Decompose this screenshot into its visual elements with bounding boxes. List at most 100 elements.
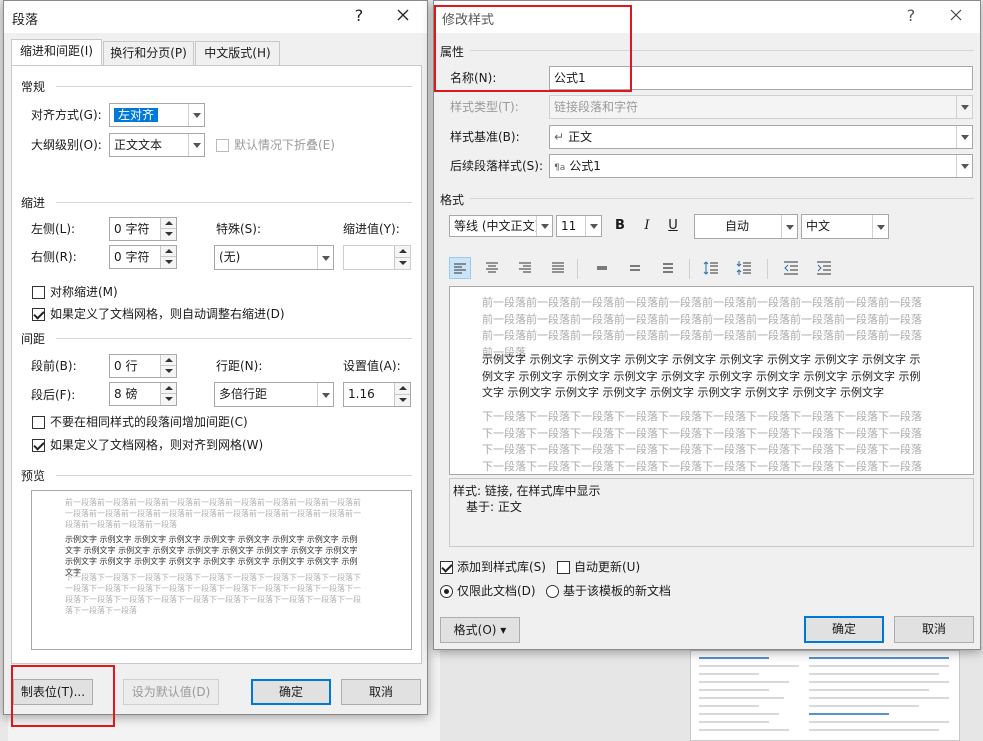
linked-style-icon: ¶a xyxy=(554,163,566,173)
double-spacing-icon[interactable] xyxy=(657,257,679,279)
preview-previous-paragraph: 前一段落前一段落前一段落前一段落前一段落前一段落前一段落前一段落前一段落前一段落… xyxy=(65,498,361,529)
font-value: 等线 (中文正文) xyxy=(454,219,540,233)
paragraph-preview: 前一段落前一段落前一段落前一段落前一段落前一段落前一段落前一段落前一段落前一段落… xyxy=(31,490,412,650)
paragraph-mark-icon: ↵ xyxy=(554,130,565,144)
single-spacing-icon[interactable] xyxy=(591,257,613,279)
special-dropdown[interactable]: (无) xyxy=(214,245,334,270)
tab-asian-typography[interactable]: 中文版式(H) xyxy=(195,41,280,65)
italic-button[interactable]: I xyxy=(636,215,658,237)
auto-update-checkbox[interactable] xyxy=(557,561,570,574)
style-based-on-dropdown[interactable]: ↵ 正文 xyxy=(549,125,973,149)
align-center-icon[interactable] xyxy=(481,257,503,279)
underline-button[interactable]: U xyxy=(662,215,684,237)
style-type-label: 样式类型(T): xyxy=(450,100,519,114)
preview-sample-text: 示例文字 示例文字 示例文字 示例文字 示例文字 示例文字 示例文字 示例文字 … xyxy=(482,353,921,399)
left-indent-label: 左侧(L): xyxy=(31,222,76,236)
set-as-default-button[interactable]: 设为默认值(D) xyxy=(123,679,219,705)
toolbar-separator xyxy=(577,259,578,279)
style-based-on-label: 样式基准(B): xyxy=(450,130,520,144)
left-indent-value: 0 字符 xyxy=(114,222,150,236)
style-preview: 前一段落前一段落前一段落前一段落前一段落前一段落前一段落前一段落前一段落前一段落… xyxy=(449,286,974,475)
ok-button[interactable]: 确定 xyxy=(251,679,331,705)
spacing-section-title: 间距 xyxy=(21,332,46,346)
at-stepper[interactable]: 1.16 xyxy=(343,382,411,407)
following-style-dropdown[interactable]: ¶a 公式1 xyxy=(549,154,973,178)
after-value: 8 磅 xyxy=(114,387,138,401)
outline-level-label: 大纲级别(O): xyxy=(31,138,102,152)
after-label: 段后(F): xyxy=(31,388,76,402)
font-color-dropdown[interactable]: 自动 xyxy=(694,214,798,239)
no-space-same-style-checkbox[interactable] xyxy=(32,416,45,429)
indent-by-label: 缩进值(Y): xyxy=(343,222,400,236)
indent-by-stepper[interactable] xyxy=(343,245,411,270)
auto-right-indent-checkbox[interactable] xyxy=(32,308,45,321)
only-this-document-label: 仅限此文档(D) xyxy=(457,584,536,598)
special-value: (无) xyxy=(219,250,241,264)
at-value: 1.16 xyxy=(348,387,375,401)
new-documents-radio[interactable] xyxy=(546,585,559,598)
following-style-value: 公式1 xyxy=(569,159,601,173)
alignment-label: 对齐方式(G): xyxy=(31,108,102,122)
line-spacing-label: 行距(N): xyxy=(216,359,263,373)
before-value: 0 行 xyxy=(114,359,138,373)
justify-icon[interactable] xyxy=(547,257,569,279)
one-half-spacing-icon[interactable] xyxy=(624,257,646,279)
cancel-button[interactable]: 取消 xyxy=(894,616,974,643)
font-size-dropdown[interactable]: 11 xyxy=(556,215,602,237)
before-stepper[interactable]: 0 行 xyxy=(109,354,177,378)
format-divider xyxy=(470,198,974,199)
script-value: 中文 xyxy=(806,219,831,233)
general-divider xyxy=(56,86,412,87)
style-based-on-value: 正文 xyxy=(568,130,593,144)
outline-level-dropdown[interactable]: 正文文本 xyxy=(109,133,205,157)
preview-divider xyxy=(56,475,412,476)
align-left-icon[interactable] xyxy=(449,257,471,279)
tab-indents-spacing[interactable]: 缩进和间距(I) xyxy=(11,39,102,66)
preview-next-paragraph: 下一段落下一段落下一段落下一段落下一段落下一段落下一段落下一段落下一段落下一段落… xyxy=(65,573,361,615)
indent-section-title: 缩进 xyxy=(21,196,46,210)
style-type-dropdown[interactable]: 链接段落和字符 xyxy=(549,95,973,119)
mirror-indents-checkbox[interactable] xyxy=(32,286,45,299)
ok-button[interactable]: 确定 xyxy=(804,616,884,643)
after-stepper[interactable]: 8 磅 xyxy=(109,382,177,406)
indent-divider xyxy=(56,202,412,203)
right-indent-stepper[interactable]: 0 字符 xyxy=(109,245,177,269)
decrease-indent-icon[interactable] xyxy=(780,257,802,279)
collapse-checkbox[interactable] xyxy=(216,139,229,152)
line-spacing-dropdown[interactable]: 多倍行距 xyxy=(214,382,334,407)
help-button[interactable]: ? xyxy=(347,6,371,26)
close-icon[interactable] xyxy=(391,6,415,24)
align-right-icon[interactable] xyxy=(514,257,536,279)
outline-level-value: 正文文本 xyxy=(114,138,163,152)
paragraph-titlebar: 段落 ? xyxy=(4,1,427,33)
auto-right-indent-label: 如果定义了文档网格，则自动调整右缩进(D) xyxy=(50,307,285,321)
only-this-document-radio[interactable] xyxy=(440,585,453,598)
tab-line-page-breaks[interactable]: 换行和分页(P) xyxy=(103,41,194,65)
following-style-label: 后续段落样式(S): xyxy=(450,159,544,173)
add-to-gallery-checkbox[interactable] xyxy=(440,561,453,574)
highlight-tabs-button xyxy=(11,665,115,727)
font-dropdown[interactable]: 等线 (中文正文) xyxy=(449,215,553,237)
style-description: 样式: 链接, 在样式库中显示 基于: 正文 xyxy=(449,478,974,547)
cancel-button[interactable]: 取消 xyxy=(341,679,421,705)
increase-spacing-icon[interactable] xyxy=(700,257,722,279)
close-icon[interactable] xyxy=(944,6,968,24)
snap-to-grid-checkbox[interactable] xyxy=(32,439,45,452)
increase-indent-icon[interactable] xyxy=(813,257,835,279)
description-line-1: 样式: 链接, 在样式库中显示 xyxy=(453,484,601,498)
alignment-dropdown[interactable]: 左对齐 xyxy=(109,103,205,127)
auto-update-label: 自动更新(U) xyxy=(574,560,641,574)
help-button[interactable]: ? xyxy=(899,6,923,26)
decrease-spacing-icon[interactable] xyxy=(733,257,755,279)
style-type-value: 链接段落和字符 xyxy=(554,100,639,114)
bold-button[interactable]: B xyxy=(609,215,631,237)
new-documents-label: 基于该模板的新文档 xyxy=(563,584,672,598)
left-indent-stepper[interactable]: 0 字符 xyxy=(109,217,177,241)
toolbar-separator xyxy=(689,259,690,279)
spacing-divider xyxy=(56,338,412,339)
special-label: 特殊(S): xyxy=(216,222,262,236)
format-menu-button[interactable]: 格式(O) ▾ xyxy=(440,617,520,643)
add-to-gallery-label: 添加到样式库(S) xyxy=(457,560,546,574)
script-dropdown[interactable]: 中文 xyxy=(801,214,889,239)
paragraph-dialog: 段落 ? 缩进和间距(I) 换行和分页(P) 中文版式(H) 常规 对齐方式(G… xyxy=(3,0,428,715)
